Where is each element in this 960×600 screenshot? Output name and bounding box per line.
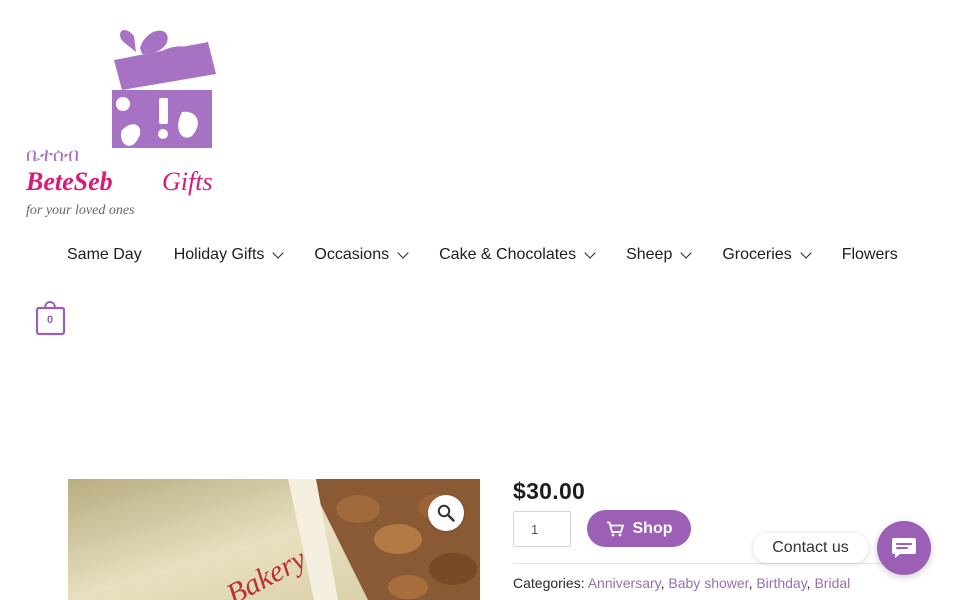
product-image[interactable]: Bakery <box>68 479 480 600</box>
category-link-baby-shower[interactable]: Baby shower <box>668 575 748 591</box>
divider <box>513 563 913 564</box>
nav-item-label: Occasions <box>314 246 390 263</box>
nav-item-label: Groceries <box>722 246 792 263</box>
nav-item-sheep[interactable]: Sheep <box>626 246 693 264</box>
gift-box-logo-icon: ቤተሰብ BeteSeb Gifts for your loved ones <box>25 30 216 218</box>
svg-text:BeteSeb: BeteSeb <box>25 167 113 196</box>
product-price: $30.00 <box>513 478 586 504</box>
chevron-down-icon <box>584 246 596 259</box>
magnifier-icon <box>437 504 455 522</box>
product-categories: Categories: Anniversary, Baby shower, Bi… <box>513 575 851 591</box>
nav-item-holiday-gifts[interactable]: Holiday Gifts <box>173 246 285 264</box>
nav-item-same-day[interactable]: Same Day <box>67 246 142 264</box>
chevron-down-icon <box>680 246 693 259</box>
quantity-input[interactable] <box>513 511 571 547</box>
shop-button-label: Shop <box>632 519 673 537</box>
contact-button[interactable] <box>877 521 931 575</box>
nav-item-label: Same Day <box>67 246 142 263</box>
chevron-down-icon <box>397 246 409 259</box>
nav-item-cake-chocolates[interactable]: Cake & Chocolates <box>439 246 596 264</box>
category-link-anniversary[interactable]: Anniversary <box>588 575 661 591</box>
cart-button[interactable]: 0 <box>35 298 67 336</box>
shop-button[interactable]: Shop <box>587 510 691 547</box>
chevron-down-icon <box>272 246 285 259</box>
category-link-bridal[interactable]: Bridal <box>814 575 850 591</box>
svg-text:Gifts: Gifts <box>162 167 213 196</box>
chat-icon <box>892 538 916 558</box>
cart-icon <box>606 521 624 536</box>
nav-item-label: Cake & Chocolates <box>439 246 577 263</box>
main-nav: Same Day Holiday Gifts Occasions Cake & … <box>67 243 924 267</box>
chevron-down-icon <box>800 246 812 259</box>
nav-item-label: Holiday Gifts <box>173 246 265 263</box>
bakery-box-photo: Bakery <box>68 479 480 600</box>
nav-item-occasions[interactable]: Occasions <box>314 246 409 264</box>
nav-item-label: Sheep <box>626 246 673 263</box>
category-link-birthday[interactable]: Birthday <box>756 575 806 591</box>
nav-item-groceries[interactable]: Groceries <box>722 246 812 264</box>
svg-text:for your loved ones: for your loved ones <box>26 203 135 218</box>
categories-label: Categories: <box>513 575 585 591</box>
contact-us-label[interactable]: Contact us <box>753 533 868 563</box>
nav-item-label: Flowers <box>841 246 898 263</box>
nav-item-flowers[interactable]: Flowers <box>842 246 898 264</box>
svg-text:ቤተሰብ: ቤተሰብ <box>26 144 79 166</box>
site-logo[interactable]: ቤተሰብ BeteSeb Gifts for your loved ones <box>22 18 237 223</box>
zoom-button[interactable] <box>428 495 464 531</box>
cart-count: 0 <box>46 314 54 326</box>
